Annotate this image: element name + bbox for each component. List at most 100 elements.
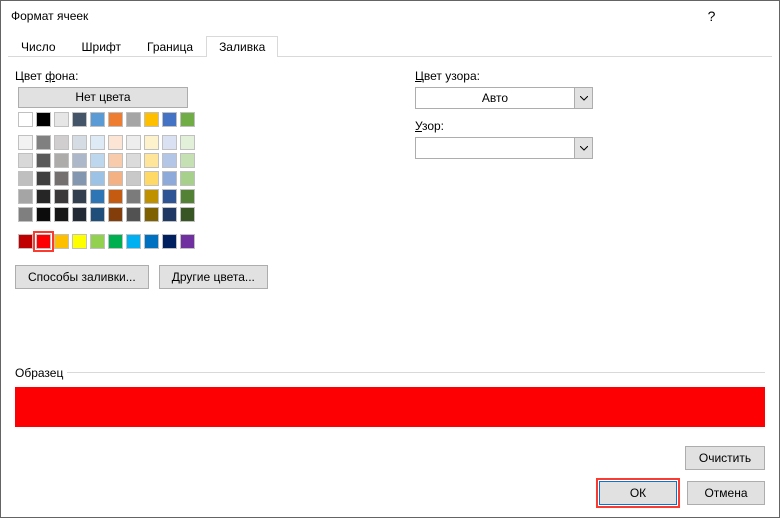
color-swatch[interactable] [180, 153, 195, 168]
color-swatch[interactable] [108, 153, 123, 168]
ok-button[interactable]: ОК [599, 481, 677, 505]
color-swatch[interactable] [180, 189, 195, 204]
color-swatch[interactable] [54, 112, 69, 127]
color-swatch[interactable] [144, 171, 159, 186]
color-swatch[interactable] [72, 171, 87, 186]
color-swatch[interactable] [90, 112, 105, 127]
color-swatch[interactable] [18, 153, 33, 168]
tab-font[interactable]: Шрифт [69, 36, 134, 57]
color-swatch[interactable] [18, 135, 33, 150]
color-swatch[interactable] [126, 171, 141, 186]
color-swatch[interactable] [90, 207, 105, 222]
color-swatch[interactable] [54, 207, 69, 222]
color-swatch[interactable] [54, 153, 69, 168]
palette-row [18, 153, 375, 168]
color-swatch[interactable] [36, 171, 51, 186]
color-swatch[interactable] [108, 112, 123, 127]
clear-button[interactable]: Очистить [685, 446, 765, 470]
close-button[interactable] [734, 1, 779, 30]
color-swatch[interactable] [36, 189, 51, 204]
color-swatch[interactable] [72, 207, 87, 222]
color-swatch[interactable] [90, 234, 105, 249]
color-swatch[interactable] [180, 207, 195, 222]
color-swatch[interactable] [90, 135, 105, 150]
color-swatch[interactable] [90, 171, 105, 186]
color-swatch[interactable] [162, 207, 177, 222]
color-swatch[interactable] [144, 153, 159, 168]
more-colors-button[interactable]: Другие цвета... [159, 265, 268, 289]
fill-action-row: Способы заливки... Другие цвета... [15, 265, 375, 289]
tab-number[interactable]: Число [8, 36, 69, 57]
color-swatch[interactable] [144, 207, 159, 222]
color-swatch[interactable] [72, 135, 87, 150]
color-swatch[interactable] [72, 189, 87, 204]
pattern-style-combo[interactable] [415, 137, 593, 159]
color-swatch[interactable] [18, 207, 33, 222]
color-swatch[interactable] [126, 135, 141, 150]
fill-effects-button[interactable]: Способы заливки... [15, 265, 149, 289]
color-swatch[interactable] [18, 234, 33, 249]
color-swatch[interactable] [90, 153, 105, 168]
tab-border[interactable]: Граница [134, 36, 206, 57]
color-swatch[interactable] [108, 234, 123, 249]
no-color-button[interactable]: Нет цвета [18, 87, 188, 108]
standard-color-row [18, 234, 375, 249]
color-swatch[interactable] [162, 153, 177, 168]
content-area: Цвет фона: Нет цвета Способы заливки... … [1, 57, 779, 289]
color-swatch[interactable] [180, 171, 195, 186]
color-swatch[interactable] [126, 112, 141, 127]
color-swatch[interactable] [108, 189, 123, 204]
help-button[interactable]: ? [689, 1, 734, 30]
color-swatch[interactable] [126, 153, 141, 168]
color-swatch[interactable] [162, 171, 177, 186]
color-swatch[interactable] [72, 112, 87, 127]
color-swatch[interactable] [54, 189, 69, 204]
pattern-color-combo[interactable]: Авто [415, 87, 593, 109]
color-swatch[interactable] [36, 207, 51, 222]
color-swatch[interactable] [36, 135, 51, 150]
pattern-style-label: Узор: [415, 119, 765, 133]
color-swatch[interactable] [90, 189, 105, 204]
cancel-button[interactable]: Отмена [687, 481, 765, 505]
tab-fill[interactable]: Заливка [206, 36, 278, 57]
color-swatch[interactable] [144, 135, 159, 150]
theme-color-palette [18, 112, 375, 249]
titlebar: Формат ячеек ? [1, 1, 779, 30]
color-swatch[interactable] [180, 112, 195, 127]
color-swatch[interactable] [144, 112, 159, 127]
color-swatch[interactable] [162, 234, 177, 249]
color-swatch[interactable] [180, 234, 195, 249]
color-swatch[interactable] [18, 112, 33, 127]
sample-section: Образец [15, 357, 765, 427]
palette-row [18, 112, 375, 127]
tabstrip: Число Шрифт Граница Заливка [8, 35, 772, 57]
dialog-buttons: ОК Отмена [599, 481, 765, 505]
color-swatch[interactable] [18, 171, 33, 186]
color-swatch[interactable] [108, 207, 123, 222]
color-swatch[interactable] [144, 234, 159, 249]
background-color-label: Цвет фона: [15, 69, 375, 83]
color-swatch[interactable] [18, 189, 33, 204]
color-swatch[interactable] [72, 234, 87, 249]
color-swatch[interactable] [162, 135, 177, 150]
color-swatch[interactable] [36, 234, 51, 249]
color-swatch[interactable] [54, 135, 69, 150]
pattern-color-label: Цвет узора: [415, 69, 765, 83]
color-swatch[interactable] [162, 189, 177, 204]
color-swatch[interactable] [126, 234, 141, 249]
color-swatch[interactable] [126, 189, 141, 204]
color-swatch[interactable] [126, 207, 141, 222]
color-swatch[interactable] [54, 234, 69, 249]
color-swatch[interactable] [180, 135, 195, 150]
sample-preview [15, 387, 765, 427]
color-swatch[interactable] [36, 112, 51, 127]
palette-row [18, 171, 375, 186]
color-swatch[interactable] [54, 171, 69, 186]
color-swatch[interactable] [144, 189, 159, 204]
color-swatch[interactable] [72, 153, 87, 168]
help-icon: ? [708, 8, 716, 24]
color-swatch[interactable] [36, 153, 51, 168]
color-swatch[interactable] [108, 135, 123, 150]
color-swatch[interactable] [108, 171, 123, 186]
color-swatch[interactable] [162, 112, 177, 127]
